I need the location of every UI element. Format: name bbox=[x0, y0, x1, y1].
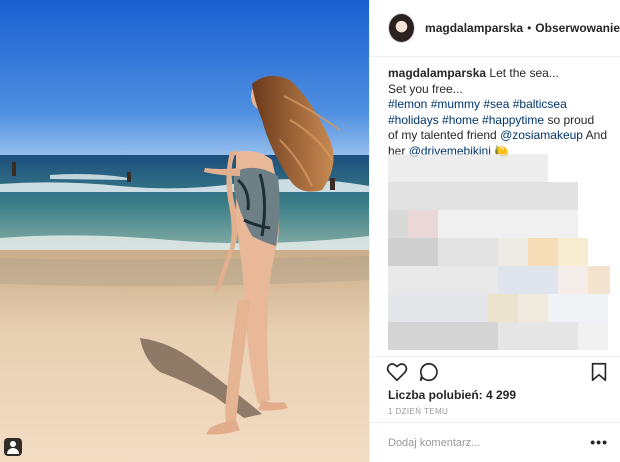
likes-count[interactable]: Liczba polubień: 4 299 bbox=[388, 388, 516, 402]
header-separator: • bbox=[527, 21, 532, 35]
more-options-icon[interactable]: ••• bbox=[590, 435, 608, 449]
caption-username[interactable]: magdalamparska bbox=[388, 66, 486, 80]
caption-line-5: of my talented friend @zosiamakeup And bbox=[388, 128, 610, 144]
blurred-comments bbox=[388, 154, 610, 354]
post-header: magdalamparska • Obserwowanie bbox=[370, 0, 620, 57]
caption-mention-1[interactable]: @zosiamakeup bbox=[500, 128, 583, 142]
avatar[interactable] bbox=[388, 13, 416, 43]
beach-photo-illustration bbox=[0, 0, 369, 462]
post-photo[interactable] bbox=[0, 0, 369, 462]
caption-hashtags-2[interactable]: #holidays #home #happytime bbox=[388, 113, 544, 127]
caption-text-1: Let the sea... bbox=[489, 66, 559, 80]
user-tag-icon-head bbox=[10, 441, 16, 447]
caption-text-friend: of my talented friend bbox=[388, 128, 497, 142]
caption-line-4: #holidays #home #happytime so proud bbox=[388, 113, 610, 129]
caption-text-so-proud: so proud bbox=[547, 112, 595, 127]
heart-icon[interactable] bbox=[386, 361, 408, 383]
post-timestamp[interactable]: 1 DZIEŃ TEMU bbox=[388, 407, 448, 416]
caption-text-and: And bbox=[585, 128, 607, 142]
post-side-panel: magdalamparska • Obserwowanie magdalampa… bbox=[369, 0, 620, 462]
header-username[interactable]: magdalamparska bbox=[425, 21, 523, 35]
user-tag-icon[interactable] bbox=[4, 438, 22, 456]
comment-form: ••• bbox=[370, 422, 620, 462]
caption-area: magdalamparska Let the sea... Set you fr… bbox=[388, 66, 610, 354]
caption-text-2: Set you free... bbox=[388, 81, 463, 96]
comment-input[interactable] bbox=[388, 436, 578, 449]
follow-button[interactable]: Obserwowanie bbox=[535, 21, 620, 35]
caption-hashtags-1[interactable]: #lemon #mummy #sea #balticsea bbox=[388, 97, 610, 113]
instagram-post: magdalamparska • Obserwowanie magdalampa… bbox=[0, 0, 620, 462]
post-actions: Liczba polubień: 4 299 1 DZIEŃ TEMU bbox=[370, 356, 620, 418]
user-tag-icon-body bbox=[7, 448, 19, 454]
caption-line-1: magdalamparska Let the sea... bbox=[388, 66, 610, 82]
comment-bubble-icon[interactable] bbox=[418, 361, 440, 383]
bookmark-icon[interactable] bbox=[588, 361, 610, 383]
